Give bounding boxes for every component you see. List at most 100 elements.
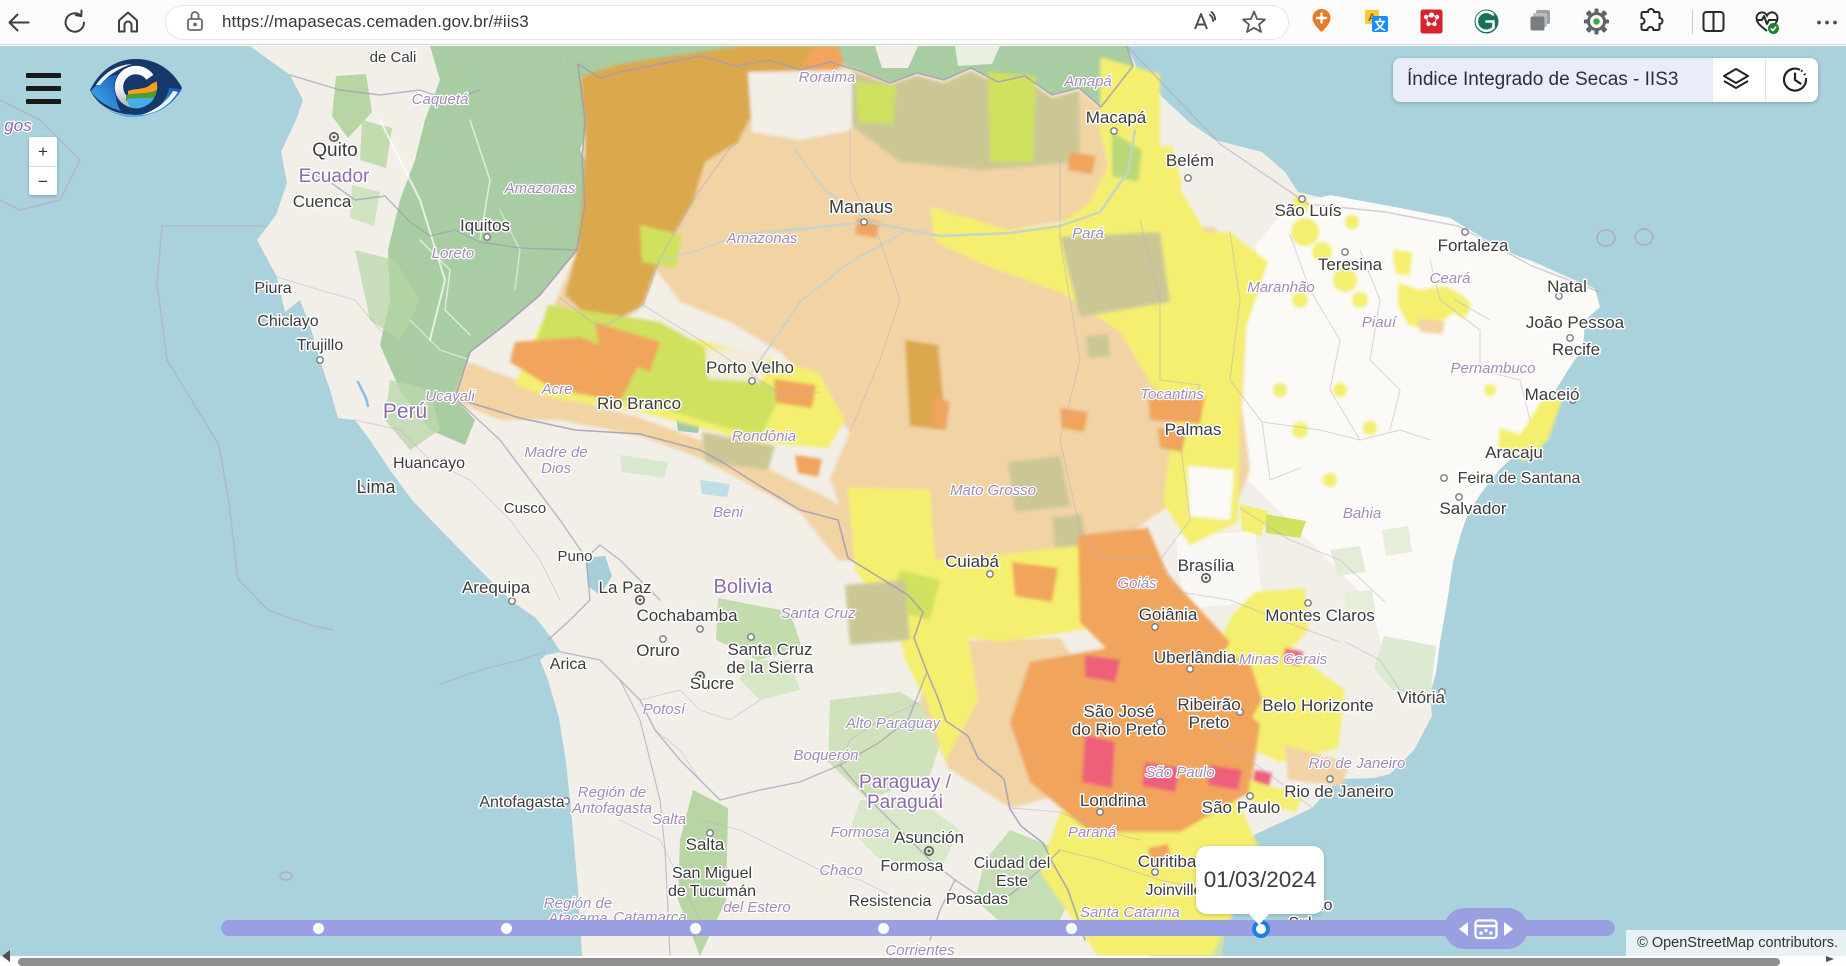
svg-text:Feira de Santana: Feira de Santana — [1458, 470, 1581, 487]
svg-text:Potosí: Potosí — [643, 701, 687, 718]
svg-text:Minas Gerais: Minas Gerais — [1239, 651, 1328, 668]
svg-text:Fortaleza: Fortaleza — [1438, 236, 1509, 255]
svg-text:Asunción: Asunción — [894, 828, 964, 847]
svg-text:Rio Branco: Rio Branco — [597, 394, 681, 413]
svg-text:Alto Paraguay: Alto Paraguay — [845, 715, 942, 732]
svg-text:de Cali: de Cali — [370, 49, 417, 66]
svg-text:Oruro: Oruro — [636, 641, 679, 660]
svg-text:Trujillo: Trujillo — [297, 337, 344, 354]
svg-text:Beni: Beni — [713, 504, 744, 521]
svg-text:Porto Velho: Porto Velho — [706, 358, 794, 377]
svg-text:Macapá: Macapá — [1086, 108, 1147, 127]
svg-text:Ecuador: Ecuador — [299, 166, 370, 187]
svg-text:Huancayo: Huancayo — [393, 455, 465, 472]
svg-text:Región de: Región de — [578, 784, 646, 801]
svg-text:Antofagasta: Antofagasta — [571, 800, 652, 817]
svg-text:do Rio Preto: do Rio Preto — [1072, 720, 1167, 739]
svg-text:Chiclayo: Chiclayo — [257, 313, 318, 330]
svg-text:Boquerón: Boquerón — [793, 747, 858, 764]
svg-text:Antofagasta: Antofagasta — [479, 794, 565, 811]
svg-text:Salta: Salta — [686, 835, 725, 854]
svg-text:Cuenca: Cuenca — [293, 192, 352, 211]
svg-text:Santa Cruz: Santa Cruz — [780, 605, 856, 622]
svg-text:Santa Cruz: Santa Cruz — [727, 640, 812, 659]
svg-text:Madre de: Madre de — [524, 444, 587, 461]
svg-text:Paraná: Paraná — [1068, 824, 1116, 841]
svg-text:Cuiabá: Cuiabá — [945, 552, 999, 571]
svg-text:Preto: Preto — [1189, 713, 1230, 732]
svg-text:Mato Grosso: Mato Grosso — [950, 482, 1036, 499]
svg-text:Pernambuco: Pernambuco — [1450, 360, 1535, 377]
svg-text:Vitória: Vitória — [1397, 688, 1445, 707]
svg-text:San Miguel: San Miguel — [672, 865, 752, 882]
svg-text:Manaus: Manaus — [829, 197, 893, 217]
svg-text:Belém: Belém — [1166, 151, 1214, 170]
svg-text:Maranhão: Maranhão — [1247, 279, 1315, 296]
svg-text:La Paz: La Paz — [599, 578, 652, 597]
svg-text:Brasília: Brasília — [1178, 556, 1235, 575]
svg-text:Uberlândia: Uberlândia — [1154, 648, 1237, 667]
svg-text:São Paulo: São Paulo — [1202, 798, 1280, 817]
svg-text:Chaco: Chaco — [819, 862, 862, 879]
svg-text:Resistencia: Resistencia — [849, 893, 932, 910]
svg-text:Arica: Arica — [550, 656, 587, 673]
svg-text:Dios: Dios — [541, 460, 572, 477]
svg-text:Rio de Janeiro: Rio de Janeiro — [1284, 782, 1394, 801]
svg-text:Posadas: Posadas — [946, 891, 1008, 908]
svg-text:Londrina: Londrina — [1080, 791, 1147, 810]
svg-text:Paraguay /: Paraguay / — [859, 772, 952, 793]
svg-text:Goiás: Goiás — [1117, 575, 1157, 592]
svg-text:Caquetá: Caquetá — [412, 91, 469, 108]
svg-text:Ribeirão: Ribeirão — [1177, 695, 1240, 714]
svg-text:Este: Este — [996, 873, 1028, 890]
svg-text:Recife: Recife — [1552, 340, 1600, 359]
svg-text:Joinville: Joinville — [1146, 882, 1203, 899]
svg-text:Roraima: Roraima — [799, 69, 856, 86]
svg-text:Corrientes: Corrientes — [885, 942, 955, 956]
svg-text:Formosa: Formosa — [880, 858, 943, 875]
svg-text:Piura: Piura — [254, 280, 291, 297]
svg-text:Pará: Pará — [1072, 225, 1104, 242]
svg-text:João Pessoa: João Pessoa — [1526, 313, 1625, 332]
svg-text:Formosa: Formosa — [830, 824, 889, 841]
svg-text:São Paulo: São Paulo — [1145, 764, 1214, 781]
svg-text:Loreto: Loreto — [432, 245, 475, 262]
svg-text:Lima: Lima — [356, 477, 396, 497]
svg-text:Natal: Natal — [1547, 277, 1587, 296]
svg-text:Salta: Salta — [652, 811, 686, 828]
svg-text:Perú: Perú — [383, 400, 427, 423]
svg-text:de Tucumán: de Tucumán — [668, 883, 756, 900]
svg-text:Amazonas: Amazonas — [504, 180, 576, 197]
svg-text:São Luís: São Luís — [1274, 201, 1341, 220]
svg-text:Cusco: Cusco — [504, 500, 547, 517]
svg-text:Paraguái: Paraguái — [867, 792, 943, 813]
svg-text:Arequipa: Arequipa — [462, 578, 531, 597]
svg-text:Acre: Acre — [541, 381, 573, 398]
svg-text:Montes Claros: Montes Claros — [1265, 606, 1375, 625]
svg-text:Iquitos: Iquitos — [460, 216, 510, 235]
svg-text:Santa Catarina: Santa Catarina — [1080, 904, 1180, 921]
svg-text:Rio de Janeiro: Rio de Janeiro — [1309, 755, 1406, 772]
svg-text:Ciudad del: Ciudad del — [974, 855, 1051, 872]
svg-text:Goiânia: Goiânia — [1139, 605, 1198, 624]
svg-text:Ucayali: Ucayali — [425, 388, 475, 405]
svg-text:Puno: Puno — [557, 548, 592, 565]
svg-text:Amapá: Amapá — [1063, 73, 1112, 90]
svg-text:del Estero: del Estero — [723, 899, 791, 916]
svg-text:Maceió: Maceió — [1525, 385, 1580, 404]
svg-text:Palmas: Palmas — [1165, 420, 1222, 439]
svg-text:Belo Horizonte: Belo Horizonte — [1262, 696, 1374, 715]
svg-text:Quito: Quito — [312, 140, 357, 161]
svg-text:Teresina: Teresina — [1318, 255, 1383, 274]
svg-text:Amazonas: Amazonas — [726, 230, 798, 247]
svg-text:Tocantins: Tocantins — [1140, 386, 1204, 403]
svg-text:São José: São José — [1084, 702, 1155, 721]
svg-text:Aracaju: Aracaju — [1485, 443, 1543, 462]
svg-text:Cochabamba: Cochabamba — [636, 606, 738, 625]
svg-text:de la Sierra: de la Sierra — [727, 658, 814, 677]
svg-text:Piauí: Piauí — [1362, 314, 1398, 331]
svg-text:Bolivia: Bolivia — [714, 576, 774, 598]
svg-text:gos: gos — [4, 116, 32, 135]
svg-text:Curitiba: Curitiba — [1138, 852, 1197, 871]
svg-text:Bahia: Bahia — [1343, 505, 1381, 522]
